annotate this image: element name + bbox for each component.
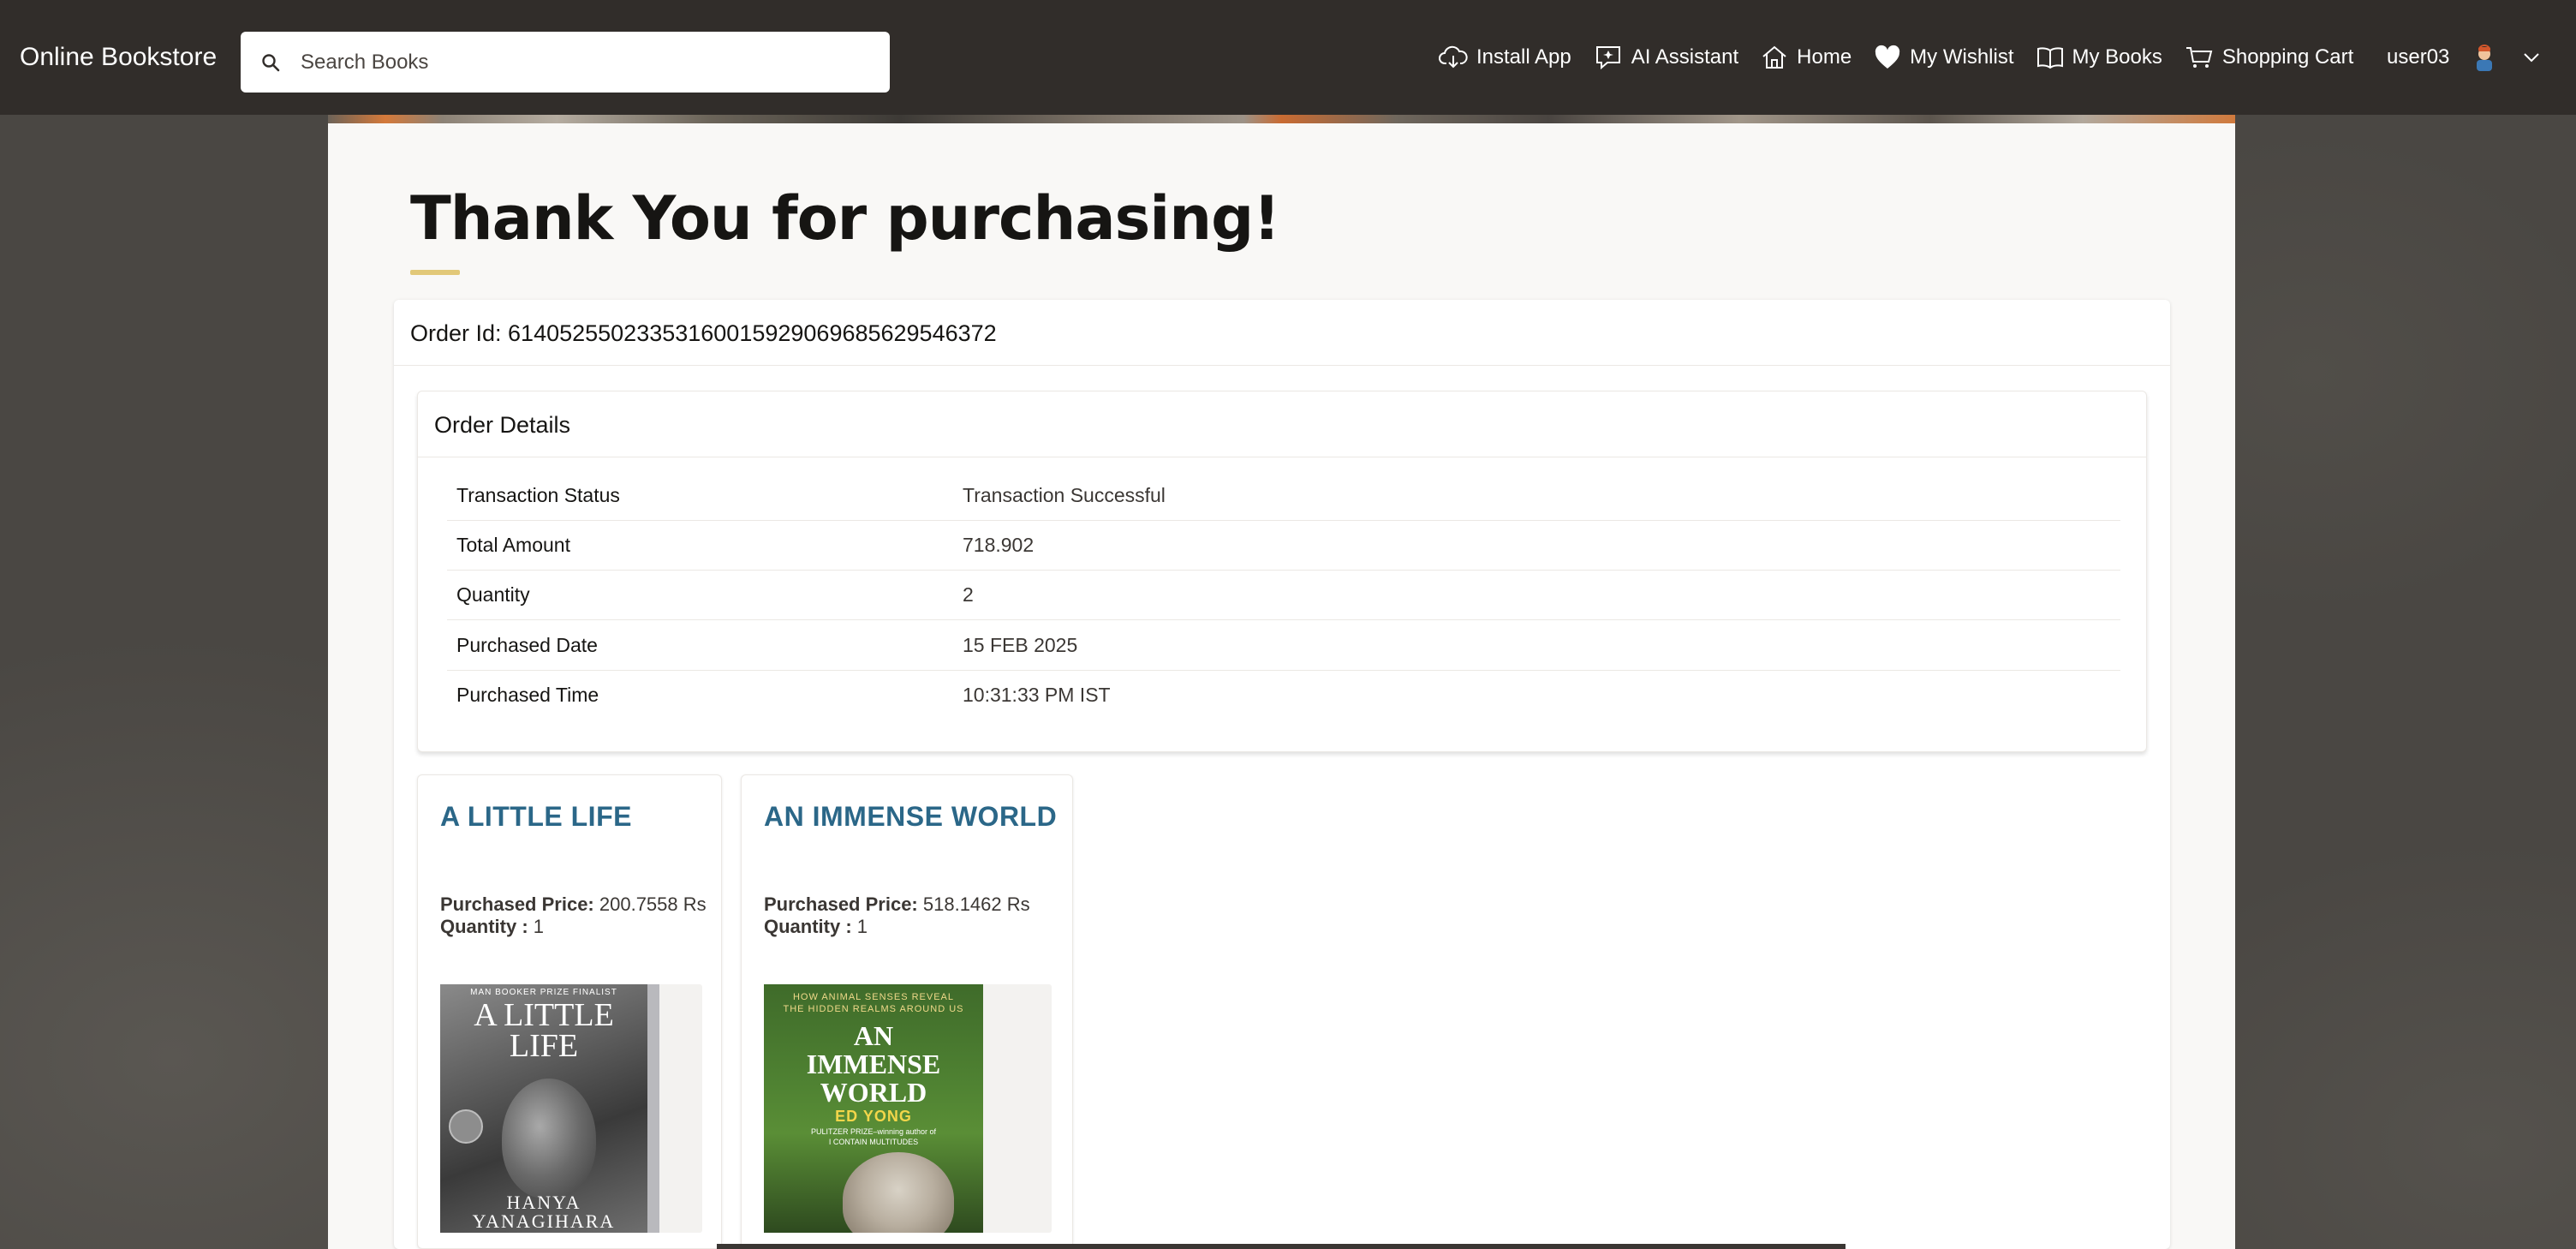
chevron-down-icon[interactable] [2523,52,2540,63]
detail-value: 10:31:33 PM IST [963,684,1111,706]
book-meta: Purchased Price: 200.7558 Rs Quantity : … [440,893,707,938]
book-cover-frame: MAN BOOKER PRIZE FINALIST A LITTLE LIFE … [440,984,702,1233]
home-icon [1762,45,1786,69]
quantity-label: Quantity : [440,916,528,937]
detail-row-purchased-date: Purchased Date 15 FEB 2025 [447,621,2120,671]
cover-title: IMMENSE [806,1049,941,1079]
horizontal-scrollbar[interactable] [717,1244,1846,1249]
cover-text: MAN BOOKER PRIZE FINALIST [470,988,617,997]
header-nav: Install App AI Assistant Home My Wishlis… [1439,0,2376,115]
price-label: Purchased Price: [440,893,594,915]
brand-title[interactable]: Online Bookstore [20,43,217,72]
quantity-value: 1 [856,916,868,937]
detail-row-purchased-time: Purchased Time 10:31:33 PM IST [447,671,2120,720]
cover-author: YANAGIHARA [472,1210,616,1232]
cover-title: AN [853,1020,894,1051]
detail-label: Total Amount [456,534,570,556]
nav-ai-assistant[interactable]: AI Assistant [1594,45,1738,70]
book-title[interactable]: AN IMMENSE WORLD [764,801,1057,833]
book-meta: Purchased Price: 518.1462 Rs Quantity : … [764,893,1030,938]
search-box[interactable] [241,32,890,93]
book-cover-frame: HOW ANIMAL SENSES REVEAL THE HIDDEN REAL… [764,984,1052,1233]
book-card-an-immense-world[interactable]: AN IMMENSE WORLD Purchased Price: 518.14… [741,774,1073,1249]
book-cover-image[interactable]: HOW ANIMAL SENSES REVEAL THE HIDDEN REAL… [764,984,983,1233]
detail-row-total-amount: Total Amount 718.902 [447,521,2120,571]
detail-label: Purchased Date [456,634,598,656]
quantity-label: Quantity : [764,916,852,937]
cover-text: THE HIDDEN REALMS AROUND US [783,1004,964,1014]
cover-text: PULITZER PRIZE–winning author of [810,1127,937,1136]
page-title: Thank You for purchasing! [410,183,1280,254]
cover-title: LIFE [509,1028,579,1064]
cover-text: I CONTAIN MULTITUDES [828,1138,919,1146]
nav-my-wishlist-label: My Wishlist [1910,45,2014,69]
cover-title: A LITTLE [474,997,614,1033]
ai-chat-icon [1595,46,1620,70]
cover-text: HOW ANIMAL SENSES REVEAL [792,992,955,1002]
heart-icon [1875,45,1900,69]
price-value: 200.7558 Rs [599,893,707,915]
nav-shopping-cart-label: Shopping Cart [2221,45,2354,69]
nav-home-label: Home [1797,45,1852,69]
nav-install-app-label: Install App [1476,45,1571,69]
main-panel: Thank You for purchasing! Order Id: 6140… [328,115,2235,1249]
cover-author: HANYA [506,1192,581,1213]
book-card-a-little-life[interactable]: A LITTLE LIFE Purchased Price: 200.7558 … [417,774,722,1249]
nav-home[interactable]: Home [1761,45,1852,70]
detail-value: Transaction Successful [963,484,1166,506]
detail-value: 2 [963,583,974,606]
nav-ai-assistant-label: AI Assistant [1631,45,1739,69]
order-id: Order Id: 614052550233531600159290696856… [410,320,997,346]
hero-image-strip [328,115,2235,123]
price-value: 518.1462 Rs [922,893,1030,915]
nav-my-wishlist[interactable]: My Wishlist [1874,45,2014,70]
nav-my-books[interactable]: My Books [2036,45,2162,70]
nav-install-app[interactable]: Install App [1439,45,1571,70]
search-icon[interactable] [241,52,301,73]
order-details-card: Order Details Transaction Status Transac… [417,391,2147,752]
price-label: Purchased Price: [764,893,918,915]
detail-label: Purchased Time [456,684,599,706]
cloud-download-icon [1439,45,1468,69]
divider [447,619,2120,620]
detail-label: Quantity [456,583,530,606]
order-details-title: Order Details [434,412,571,438]
detail-label: Transaction Status [456,484,620,506]
open-book-icon [2036,47,2063,69]
book-title[interactable]: A LITTLE LIFE [440,801,632,833]
avatar[interactable] [2470,43,2499,72]
username: user03 [2387,45,2450,69]
divider [394,365,2170,366]
top-header: Online Bookstore Install App AI Assistan… [0,0,2576,115]
cover-title: WORLD [820,1077,927,1108]
order-card: Order Id: 614052550233531600159290696856… [394,300,2170,1249]
detail-row-quantity: Quantity 2 [447,571,2120,620]
detail-value: 718.902 [963,534,1035,556]
cart-icon [2185,47,2213,68]
detail-row-transaction-status: Transaction Status Transaction Successfu… [447,471,2120,521]
nav-shopping-cart[interactable]: Shopping Cart [2185,45,2353,70]
detail-value: 15 FEB 2025 [963,634,1078,656]
search-input[interactable] [301,50,849,75]
award-seal-icon [449,1109,483,1144]
quantity-value: 1 [533,916,545,937]
title-underline [410,270,460,275]
user-menu[interactable]: user03 [2387,0,2540,115]
cover-author: ED YONG [835,1108,912,1125]
cover-animal-image [843,1152,954,1233]
nav-my-books-label: My Books [2072,45,2162,69]
book-cover-image[interactable]: MAN BOOKER PRIZE FINALIST A LITTLE LIFE … [440,984,659,1233]
